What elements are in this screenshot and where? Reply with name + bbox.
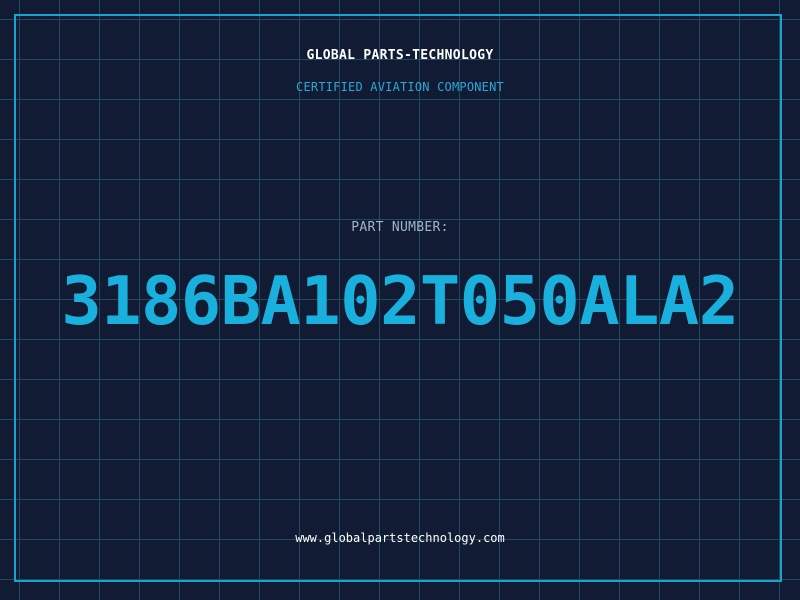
part-number-value: 3186BA102T050ALA2 [61,262,739,340]
website-url: www.globalpartstechnology.com [295,531,505,545]
certification-subtitle: CERTIFIED AVIATION COMPONENT [296,80,504,94]
part-number-label: PART NUMBER: [351,220,449,235]
brand-name: GLOBAL PARTS-TECHNOLOGY [306,48,494,63]
